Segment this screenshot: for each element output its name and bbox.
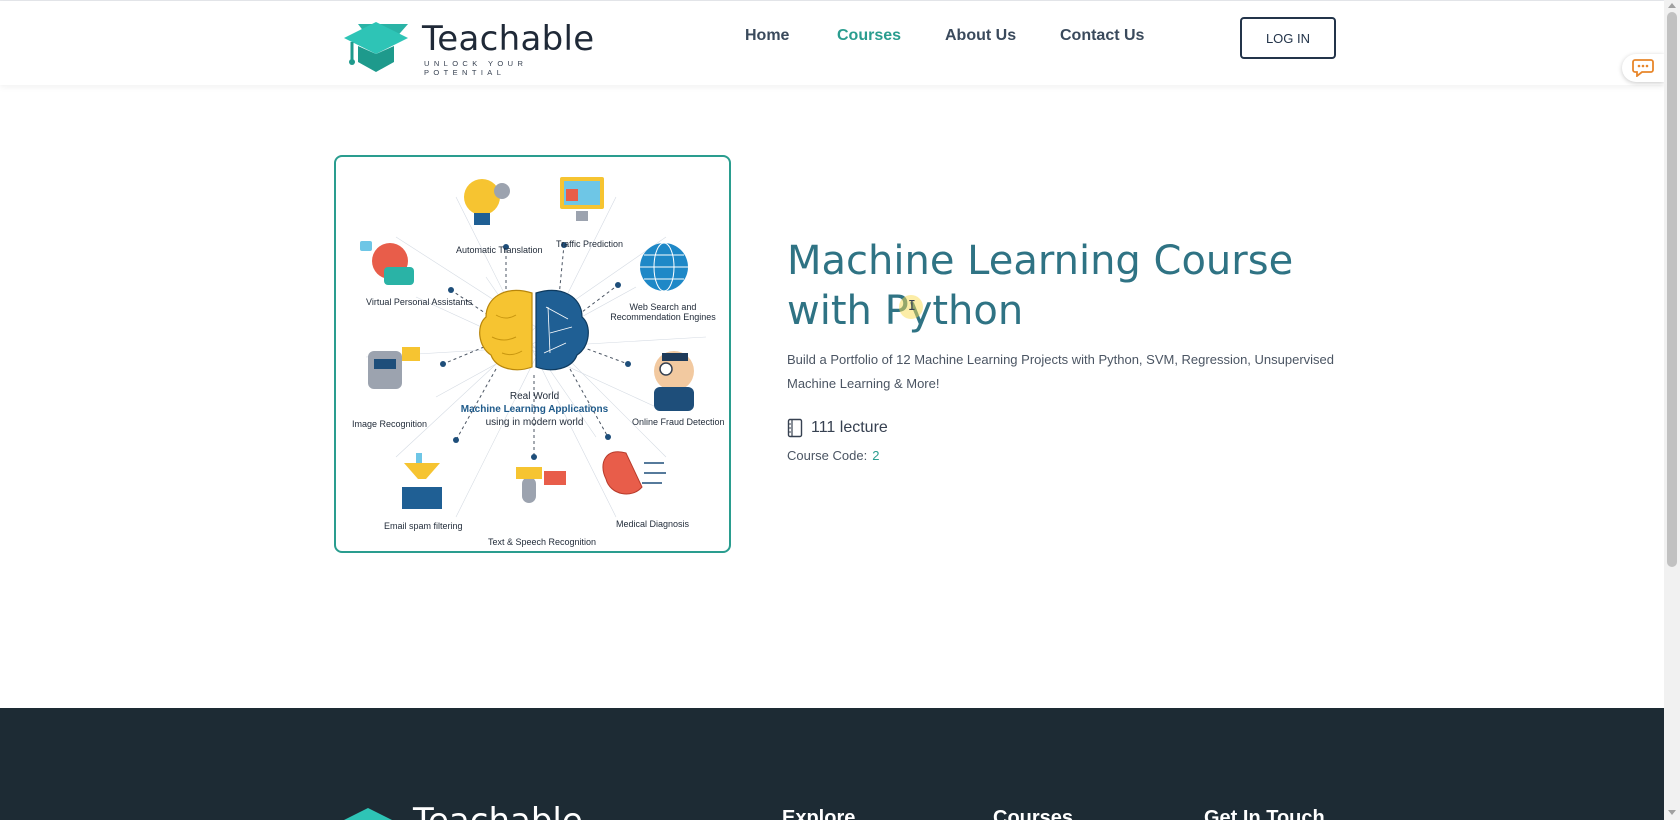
label-traffic-prediction: Traffic Prediction [556, 239, 624, 249]
nav-about-us[interactable]: About Us [945, 27, 1016, 45]
label-email-spam: Email spam filtering [384, 521, 463, 531]
center-line-1: Real World [509, 391, 560, 402]
course-image: Automatic Translation Traffic Prediction… [334, 155, 731, 553]
label-medical-diagnosis: Medical Diagnosis [616, 519, 690, 529]
footer-heading-explore: Explore [782, 807, 856, 820]
course-code-value: 2 [872, 448, 880, 463]
center-line-3: using in modern world [485, 417, 584, 428]
footer-heading-get-in-touch: Get In Touch [1204, 807, 1325, 820]
text-cursor-icon: I [908, 299, 916, 314]
label-fraud-detection: Online Fraud Detection [632, 417, 725, 427]
nav-courses[interactable]: Courses [837, 27, 901, 45]
center-line-2: Machine Learning Applications [460, 404, 609, 415]
illustration-center-text: Real World Machine Learning Applications… [436, 390, 633, 429]
site-footer: Teachable Explore Courses Get In Touch [0, 708, 1664, 820]
chat-widget-button[interactable] [1622, 54, 1664, 82]
book-icon [787, 418, 803, 438]
scroll-up-arrow-icon[interactable] [1668, 3, 1676, 8]
brand-logo[interactable]: Teachable UNLOCK YOUR POTENTIAL [342, 17, 594, 77]
lecture-count: 111 lecture [787, 416, 888, 440]
label-automatic-translation: Automatic Translation [456, 245, 543, 255]
course-description: Build a Portfolio of 12 Machine Learning… [787, 352, 1335, 391]
footer-logo-mark-icon [344, 808, 392, 820]
course-code: Course Code: 2 [787, 448, 879, 463]
nav-home[interactable]: Home [745, 27, 789, 45]
lecture-count-text: 111 lecture [811, 419, 888, 436]
chat-bubble-icon [1632, 59, 1654, 77]
course-code-label: Course Code: [787, 448, 868, 463]
scrollbar-thumb[interactable] [1667, 12, 1677, 567]
page-scrollbar[interactable] [1664, 0, 1680, 820]
brand-name: Teachable [422, 19, 595, 59]
nav-contact-us[interactable]: Contact Us [1060, 27, 1144, 45]
ml-applications-illustration [360, 177, 707, 518]
brand-tagline: UNLOCK YOUR POTENTIAL [424, 59, 528, 77]
site-header: Teachable UNLOCK YOUR POTENTIAL Home Cou… [0, 1, 1664, 85]
course-title: Machine Learning Course with Python [787, 238, 1294, 334]
label-web-search: Web Search and Recommendation Engines [610, 302, 716, 322]
label-image-recognition: Image Recognition [352, 419, 428, 429]
footer-heading-courses: Courses [993, 807, 1074, 820]
label-speech-recognition: Text & Speech Recognition [488, 537, 597, 547]
login-button[interactable]: LOG IN [1240, 17, 1336, 59]
footer-brand-name[interactable]: Teachable [413, 801, 583, 820]
label-virtual-assistants: Virtual Personal Assistants [366, 297, 473, 307]
scroll-down-arrow-icon[interactable] [1668, 810, 1676, 815]
graduation-cap-icon [344, 22, 408, 72]
